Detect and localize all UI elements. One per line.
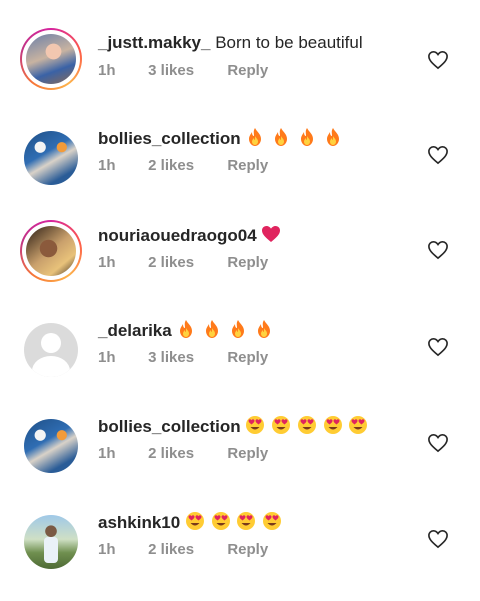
likes-count[interactable]: 3 likes <box>148 62 223 79</box>
avatar-image <box>24 131 78 185</box>
emoji-group <box>185 512 283 532</box>
heart-outline-icon[interactable] <box>427 337 449 357</box>
username[interactable]: _delarika <box>98 321 172 340</box>
likes-count[interactable]: 2 likes <box>148 254 223 271</box>
fire-emoji-icon <box>257 320 270 338</box>
username[interactable]: bollies_collection <box>98 129 241 148</box>
heart-eyes-emoji-icon <box>185 512 204 530</box>
username[interactable]: bollies_collection <box>98 417 241 436</box>
comment-time: 1h <box>98 541 116 558</box>
comment-item: bollies_collection 1h 2 likes Reply <box>0 415 480 505</box>
emoji-group <box>176 320 274 340</box>
comment-item: bollies_collection 1h 2 likes Reply <box>0 127 480 217</box>
avatar-image <box>26 226 76 276</box>
heart-outline-icon[interactable] <box>427 145 449 165</box>
avatar[interactable] <box>20 127 82 189</box>
fire-emoji-icon <box>275 128 288 146</box>
comment-item: ashkink10 1h 2 likes Reply <box>0 511 480 601</box>
avatar-image <box>24 515 78 569</box>
comment-time: 1h <box>98 157 116 174</box>
heart-outline-icon[interactable] <box>427 240 449 260</box>
fire-emoji-icon <box>180 320 193 338</box>
username[interactable]: ashkink10 <box>98 513 180 532</box>
username[interactable]: nouriaouedraogo04 <box>98 226 257 245</box>
likes-count[interactable]: 2 likes <box>148 157 223 174</box>
avatar[interactable] <box>20 28 82 90</box>
fire-emoji-icon <box>249 128 262 146</box>
emoji-group <box>245 416 369 436</box>
reply-button[interactable]: Reply <box>227 445 268 462</box>
comment-item: _delarika 1h 3 likes Reply <box>0 319 480 409</box>
comment-time: 1h <box>98 254 116 271</box>
heart-eyes-emoji-icon <box>211 512 230 530</box>
comment-time: 1h <box>98 349 116 366</box>
reply-button[interactable]: Reply <box>227 254 268 271</box>
reply-button[interactable]: Reply <box>227 349 268 366</box>
comment-item: _justt.makky_ Born to be beautiful 1h 3 … <box>0 28 480 118</box>
comment-text: Born to be beautiful <box>215 33 363 52</box>
red-heart-emoji-icon <box>262 226 281 242</box>
heart-outline-icon[interactable] <box>427 50 449 70</box>
reply-button[interactable]: Reply <box>227 62 268 79</box>
fire-emoji-icon <box>326 128 339 146</box>
fire-emoji-icon <box>206 320 219 338</box>
username[interactable]: _justt.makky_ <box>98 33 210 52</box>
default-avatar-icon <box>24 323 78 377</box>
heart-eyes-emoji-icon <box>237 512 256 530</box>
likes-count[interactable]: 3 likes <box>148 349 223 366</box>
heart-eyes-emoji-icon <box>297 416 316 434</box>
comment-time: 1h <box>98 62 116 79</box>
likes-count[interactable]: 2 likes <box>148 445 223 462</box>
heart-outline-icon[interactable] <box>427 529 449 549</box>
emoji-group <box>245 128 343 148</box>
comment-item: nouriaouedraogo04 1h 2 likes Reply <box>0 220 480 310</box>
heart-eyes-emoji-icon <box>349 416 368 434</box>
reply-button[interactable]: Reply <box>227 541 268 558</box>
avatar-image <box>26 34 76 84</box>
avatar[interactable] <box>20 220 82 282</box>
heart-eyes-emoji-icon <box>323 416 342 434</box>
reply-button[interactable]: Reply <box>227 157 268 174</box>
fire-emoji-icon <box>300 128 313 146</box>
heart-eyes-emoji-icon <box>246 416 265 434</box>
avatar[interactable] <box>20 511 82 573</box>
fire-emoji-icon <box>231 320 244 338</box>
comment-time: 1h <box>98 445 116 462</box>
heart-outline-icon[interactable] <box>427 433 449 453</box>
avatar[interactable] <box>20 319 82 381</box>
heart-eyes-emoji-icon <box>272 416 291 434</box>
heart-eyes-emoji-icon <box>263 512 282 530</box>
comments-list: _justt.makky_ Born to be beautiful 1h 3 … <box>0 0 480 583</box>
avatar[interactable] <box>20 415 82 477</box>
likes-count[interactable]: 2 likes <box>148 541 223 558</box>
avatar-image <box>24 419 78 473</box>
